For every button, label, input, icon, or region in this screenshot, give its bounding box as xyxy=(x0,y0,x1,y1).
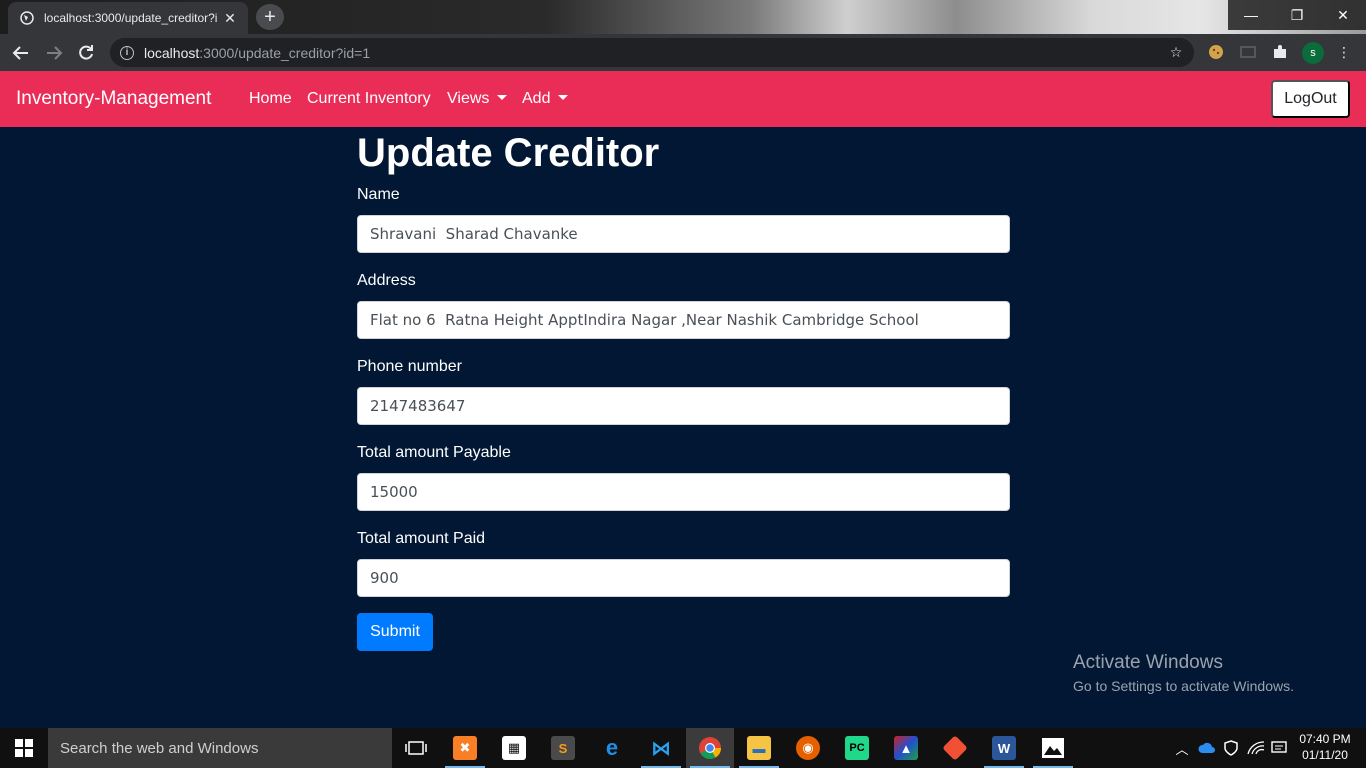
store-icon: ▦ xyxy=(502,736,526,760)
restore-button[interactable]: ❐ xyxy=(1274,0,1320,30)
nav-home[interactable]: Home xyxy=(249,90,292,108)
taskbar-firefox[interactable]: ◉ xyxy=(784,728,832,768)
profile-avatar[interactable]: s xyxy=(1302,42,1324,64)
phone-input[interactable] xyxy=(357,387,1010,425)
nav-current-inventory[interactable]: Current Inventory xyxy=(307,90,431,108)
taskbar-xampp[interactable]: ✖ xyxy=(441,728,489,768)
forward-button[interactable] xyxy=(41,40,67,66)
clock-time: 07:40 PM xyxy=(1299,732,1351,746)
git-icon xyxy=(942,735,968,761)
tray-chevron-up-icon[interactable]: ︿ xyxy=(1172,728,1192,768)
watermark-subtitle: Go to Settings to activate Windows. xyxy=(1073,678,1294,694)
taskbar-edge[interactable]: e xyxy=(588,728,636,768)
brand-link[interactable]: Inventory-Management xyxy=(16,88,211,110)
vscode-icon: ⋈ xyxy=(651,737,671,760)
chrome-icon xyxy=(699,737,721,759)
nav-add-dropdown[interactable]: Add xyxy=(522,90,569,108)
wifi-icon[interactable] xyxy=(1244,728,1268,768)
minimize-button[interactable]: — xyxy=(1228,0,1274,30)
name-input[interactable] xyxy=(357,215,1010,253)
taskbar-chrome[interactable] xyxy=(686,728,734,768)
url-host: localhost xyxy=(144,44,200,61)
menu-kebab-icon[interactable]: ⋮ xyxy=(1334,42,1354,62)
phone-label: Phone number xyxy=(357,358,462,375)
app-navbar: Inventory-Management Home Current Invent… xyxy=(0,71,1366,127)
cookie-extension-icon[interactable] xyxy=(1206,42,1226,62)
close-tab-icon[interactable]: ✕ xyxy=(222,10,238,26)
paid-input[interactable] xyxy=(357,559,1010,597)
nav-views-label: Views xyxy=(447,90,490,107)
pycharm-icon: PC xyxy=(845,736,869,760)
edge-icon: e xyxy=(605,735,619,760)
start-button[interactable] xyxy=(0,728,48,768)
xampp-icon: ✖ xyxy=(453,736,477,760)
payable-label: Total amount Payable xyxy=(357,444,511,461)
taskbar-app[interactable]: ▲ xyxy=(882,728,930,768)
back-button[interactable] xyxy=(8,40,34,66)
task-view-button[interactable] xyxy=(392,728,440,768)
word-icon: W xyxy=(992,736,1016,760)
watermark-title: Activate Windows xyxy=(1073,652,1223,673)
clock-date: 01/11/20 xyxy=(1302,748,1348,762)
logout-button[interactable]: LogOut xyxy=(1271,80,1350,118)
name-label: Name xyxy=(357,186,400,203)
reload-button[interactable] xyxy=(73,40,99,66)
activate-windows-watermark: Activate Windows Go to Settings to activ… xyxy=(1073,652,1294,694)
taskbar-sublime[interactable]: S xyxy=(539,728,587,768)
browser-titlebar: localhost:3000/update_creditor?i ✕ + — ❐… xyxy=(0,0,1366,34)
taskbar-word[interactable]: W xyxy=(980,728,1028,768)
address-label: Address xyxy=(357,272,416,289)
task-view-icon xyxy=(405,741,427,755)
submit-button[interactable]: Submit xyxy=(357,613,433,651)
caret-down-icon xyxy=(558,95,569,100)
tab-title: localhost:3000/update_creditor?i xyxy=(44,11,218,25)
arrow-right-icon xyxy=(47,46,63,60)
nav-views-dropdown[interactable]: Views xyxy=(447,90,508,108)
extension-icon[interactable] xyxy=(1238,42,1258,62)
puzzle-extensions-icon[interactable] xyxy=(1270,42,1290,62)
taskbar-git[interactable] xyxy=(931,728,979,768)
bookmark-star-icon[interactable]: ☆ xyxy=(1166,42,1186,62)
new-tab-button[interactable]: + xyxy=(256,4,284,30)
url-path: :3000/update_creditor?id=1 xyxy=(199,44,371,61)
folder-icon: ▬ xyxy=(747,736,771,760)
caret-down-icon xyxy=(497,95,508,100)
photos-icon xyxy=(1042,738,1064,758)
address-bar[interactable]: i localhost :3000/update_creditor?id=1 xyxy=(110,38,1194,67)
browser-toolbar: i localhost :3000/update_creditor?id=1 ☆… xyxy=(0,34,1366,71)
browser-tab[interactable]: localhost:3000/update_creditor?i ✕ xyxy=(8,2,248,34)
defender-shield-icon[interactable] xyxy=(1220,728,1242,768)
paid-label: Total amount Paid xyxy=(357,530,486,547)
onedrive-cloud-icon[interactable] xyxy=(1196,728,1218,768)
firefox-icon: ◉ xyxy=(796,736,820,760)
windows-taskbar: Search the web and Windows ✖ ▦ S e ⋈ ▬ ◉… xyxy=(0,728,1366,768)
globe-icon xyxy=(20,11,34,25)
system-clock[interactable]: 07:40 PM 01/11/20 xyxy=(1296,731,1354,763)
windows-logo-icon xyxy=(15,739,33,757)
info-icon[interactable]: i xyxy=(120,45,134,60)
payable-input[interactable] xyxy=(357,473,1010,511)
app-icon: ▲ xyxy=(894,736,918,760)
taskbar-photos[interactable] xyxy=(1029,728,1077,768)
sublime-text-icon: S xyxy=(551,736,575,760)
page-title: Update Creditor xyxy=(357,131,660,175)
arrow-left-icon xyxy=(12,46,28,60)
taskbar-pycharm[interactable]: PC xyxy=(833,728,881,768)
reload-icon xyxy=(79,45,93,60)
address-input[interactable] xyxy=(357,301,1010,339)
taskbar-file-explorer[interactable]: ▬ xyxy=(735,728,783,768)
taskbar-search[interactable]: Search the web and Windows xyxy=(48,728,392,768)
taskbar-vscode[interactable]: ⋈ xyxy=(637,728,685,768)
close-window-button[interactable]: ✕ xyxy=(1320,0,1366,30)
action-center-icon[interactable] xyxy=(1268,728,1290,768)
nav-add-label: Add xyxy=(522,90,551,107)
taskbar-store[interactable]: ▦ xyxy=(490,728,538,768)
